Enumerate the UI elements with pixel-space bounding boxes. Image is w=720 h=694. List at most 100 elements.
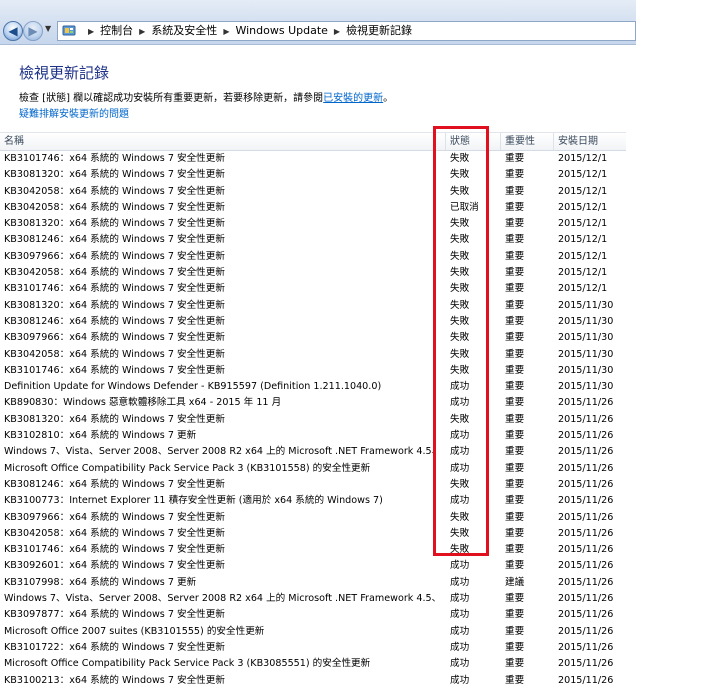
install-date-cell: 2015/11/26 (558, 397, 614, 409)
importance-cell: 重要 (505, 234, 525, 246)
table-row[interactable]: KB3042058：x64 系統的 Windows 7 安全性更新 失敗 重要 201… (0, 265, 626, 281)
update-name-cell: KB3101746：x64 系統的 Windows 7 安全性更新 (4, 364, 225, 376)
address-bar: ◀ ▶ ▼ ▶ 控制台 ▶ 系統及安全性 ▶ Windows Update ▶ 檢視更新記錄 (0, 0, 636, 45)
table-row[interactable]: KB3081320：x64 系統的 Windows 7 安全性更新 失敗 重要 201… (0, 298, 626, 314)
importance-cell: 重要 (505, 332, 525, 344)
update-name-cell: KB3042058：x64 系統的 Windows 7 安全性更新 (4, 527, 225, 539)
install-date-cell: 2015/11/30 (558, 381, 614, 393)
table-row[interactable]: Windows 7、Vista、Server 2008、Server 2008 … (0, 444, 626, 460)
table-row[interactable]: KB3107998：x64 系統的 Windows 7 更新 成功 建議 2015/1… (0, 575, 626, 591)
chevron-right-icon[interactable]: ▶ (139, 27, 145, 36)
table-row[interactable]: KB3097966：x64 系統的 Windows 7 安全性更新 失敗 重要 201… (0, 330, 626, 346)
description-text: 檢查 [狀態] 欄以確認成功安裝所有重要更新，若要移除更新，請參閱 (19, 93, 324, 104)
install-date-cell: 2015/12/1 (558, 250, 608, 262)
recent-pages-dropdown-icon[interactable]: ▼ (45, 24, 51, 33)
install-date-cell: 2015/11/26 (558, 576, 614, 588)
importance-cell: 重要 (505, 315, 525, 327)
table-row[interactable]: KB3101722：x64 系統的 Windows 7 安全性更新 成功 重要 201… (0, 640, 626, 656)
update-name-cell: KB3101746：x64 系統的 Windows 7 安全性更新 (4, 544, 225, 556)
forward-arrow-icon[interactable]: ▶ (23, 21, 43, 41)
table-row[interactable]: KB3101746：x64 系統的 Windows 7 安全性更新 失敗 重要 201… (0, 542, 626, 558)
install-date-cell: 2015/12/1 (558, 218, 608, 230)
column-header-name[interactable]: 名稱 (0, 133, 445, 150)
importance-cell: 重要 (505, 462, 525, 474)
table-row[interactable]: KB3097877：x64 系統的 Windows 7 安全性更新 成功 重要 201… (0, 607, 626, 623)
install-date-cell: 2015/11/26 (558, 462, 614, 474)
importance-cell: 重要 (505, 495, 525, 507)
breadcrumb[interactable]: ▶ 控制台 ▶ 系統及安全性 ▶ Windows Update ▶ 檢視更新記錄 (57, 21, 636, 41)
status-cell: 失敗 (450, 283, 470, 295)
install-date-cell: 2015/12/1 (558, 169, 608, 181)
update-name-cell: KB3102810：x64 系統的 Windows 7 更新 (4, 430, 197, 442)
table-row[interactable]: KB3081246：x64 系統的 Windows 7 安全性更新 失敗 重要 201… (0, 232, 626, 248)
breadcrumb-item-view-history[interactable]: 檢視更新記錄 (346, 24, 412, 37)
status-cell: 失敗 (450, 153, 470, 164)
table-row[interactable]: Definition Update for Windows Defender -… (0, 379, 626, 395)
description-suffix: 。 (383, 93, 394, 104)
status-cell: 成功 (450, 625, 470, 637)
table-row[interactable]: KB3042058：x64 系統的 Windows 7 安全性更新 失敗 重要 201… (0, 184, 626, 200)
status-cell: 失敗 (450, 315, 470, 327)
update-name-cell: Definition Update for Windows Defender -… (4, 381, 382, 393)
breadcrumb-item-control-panel[interactable]: 控制台 (100, 24, 133, 37)
update-name-cell: KB3081320：x64 系統的 Windows 7 安全性更新 (4, 299, 225, 311)
breadcrumb-item-system-security[interactable]: 系統及安全性 (151, 24, 217, 37)
table-row[interactable]: Microsoft Office Compatibility Pack Serv… (0, 656, 626, 672)
back-arrow-icon[interactable]: ◀ (3, 21, 23, 41)
control-panel-icon (62, 25, 76, 36)
table-row[interactable]: KB3102810：x64 系統的 Windows 7 更新 成功 重要 2015/1… (0, 428, 626, 444)
status-cell: 成功 (450, 560, 470, 572)
importance-cell: 重要 (505, 560, 525, 572)
table-row[interactable]: KB3092601：x64 系統的 Windows 7 安全性更新 成功 重要 201… (0, 558, 626, 574)
importance-cell: 重要 (505, 283, 525, 295)
table-row[interactable]: KB3101746：x64 系統的 Windows 7 安全性更新 失敗 重要 201… (0, 363, 626, 379)
table-row[interactable]: KB3100213：x64 系統的 Windows 7 安全性更新 成功 重要 201… (0, 673, 626, 689)
install-date-cell: 2015/11/26 (558, 495, 614, 507)
importance-cell: 重要 (505, 527, 525, 539)
update-name-cell: KB3101746：x64 系統的 Windows 7 安全性更新 (4, 153, 225, 164)
install-date-cell: 2015/11/26 (558, 544, 614, 556)
update-name-cell: KB3097877：x64 系統的 Windows 7 安全性更新 (4, 609, 225, 621)
status-cell: 成功 (450, 397, 470, 409)
table-row[interactable]: KB3042058：x64 系統的 Windows 7 安全性更新 失敗 重要 201… (0, 347, 626, 363)
table-row[interactable]: KB3081320：x64 系統的 Windows 7 安全性更新 失敗 重要 201… (0, 216, 626, 232)
troubleshoot-link[interactable]: 疑難排解安裝更新的問題 (19, 105, 129, 120)
table-row[interactable]: KB3100773：Internet Explorer 11 積存安全性更新 (… (0, 493, 626, 509)
update-name-cell: Microsoft Office Compatibility Pack Serv… (4, 658, 371, 670)
chevron-right-icon[interactable]: ▶ (223, 27, 229, 36)
status-cell: 失敗 (450, 527, 470, 539)
table-row[interactable]: KB3081246：x64 系統的 Windows 7 安全性更新 失敗 重要 201… (0, 314, 626, 330)
table-row[interactable]: KB3101746：x64 系統的 Windows 7 安全性更新 失敗 重要 201… (0, 281, 626, 297)
table-row[interactable]: Windows 7、Vista、Server 2008、Server 2008 … (0, 591, 626, 607)
chevron-right-icon[interactable]: ▶ (334, 27, 340, 36)
install-date-cell: 2015/12/1 (558, 185, 608, 197)
table-row[interactable]: KB3081320：x64 系統的 Windows 7 安全性更新 失敗 重要 201… (0, 412, 626, 428)
table-row[interactable]: KB890830：Windows 惡意軟體移除工具 x64 - 2015 年 1… (0, 395, 626, 411)
status-cell: 成功 (450, 495, 470, 507)
table-row[interactable]: Microsoft Office Compatibility Pack Serv… (0, 461, 626, 477)
status-cell: 失敗 (450, 478, 470, 490)
update-name-cell: KB3101722：x64 系統的 Windows 7 安全性更新 (4, 641, 225, 653)
importance-cell: 重要 (505, 593, 525, 605)
status-cell: 失敗 (450, 169, 470, 181)
table-row[interactable]: KB3042058：x64 系統的 Windows 7 安全性更新 失敗 重要 201… (0, 526, 626, 542)
install-date-cell: 2015/11/30 (558, 315, 614, 327)
update-name-cell: KB3107998：x64 系統的 Windows 7 更新 (4, 576, 197, 588)
table-row[interactable]: Microsoft Office 2007 suites (KB3101555)… (0, 624, 626, 640)
breadcrumb-item-windows-update[interactable]: Windows Update (235, 24, 327, 37)
update-name-cell: KB3081246：x64 系統的 Windows 7 安全性更新 (4, 478, 225, 490)
update-name-cell: KB3042058：x64 系統的 Windows 7 安全性更新 (4, 348, 225, 360)
column-header-date[interactable]: 安裝日期 (553, 133, 626, 150)
column-header-status[interactable]: 狀態 (445, 133, 500, 150)
installed-updates-link[interactable]: 已安裝的更新 (323, 93, 383, 104)
status-cell: 失敗 (450, 364, 470, 376)
table-row[interactable]: KB3101746：x64 系統的 Windows 7 安全性更新 失敗 重要 201… (0, 151, 626, 167)
table-row[interactable]: KB3081320：x64 系統的 Windows 7 安全性更新 失敗 重要 201… (0, 167, 626, 183)
table-row[interactable]: KB3081246：x64 系統的 Windows 7 安全性更新 失敗 重要 201… (0, 477, 626, 493)
table-row[interactable]: KB3097966：x64 系統的 Windows 7 安全性更新 失敗 重要 201… (0, 249, 626, 265)
table-row[interactable]: KB3097966：x64 系統的 Windows 7 安全性更新 失敗 重要 201… (0, 510, 626, 526)
column-header-importance[interactable]: 重要性 (500, 133, 553, 150)
table-row[interactable]: KB3042058：x64 系統的 Windows 7 安全性更新 已取消 重要 20… (0, 200, 626, 216)
status-cell: 已取消 (450, 201, 479, 213)
install-date-cell: 2015/12/1 (558, 153, 608, 164)
